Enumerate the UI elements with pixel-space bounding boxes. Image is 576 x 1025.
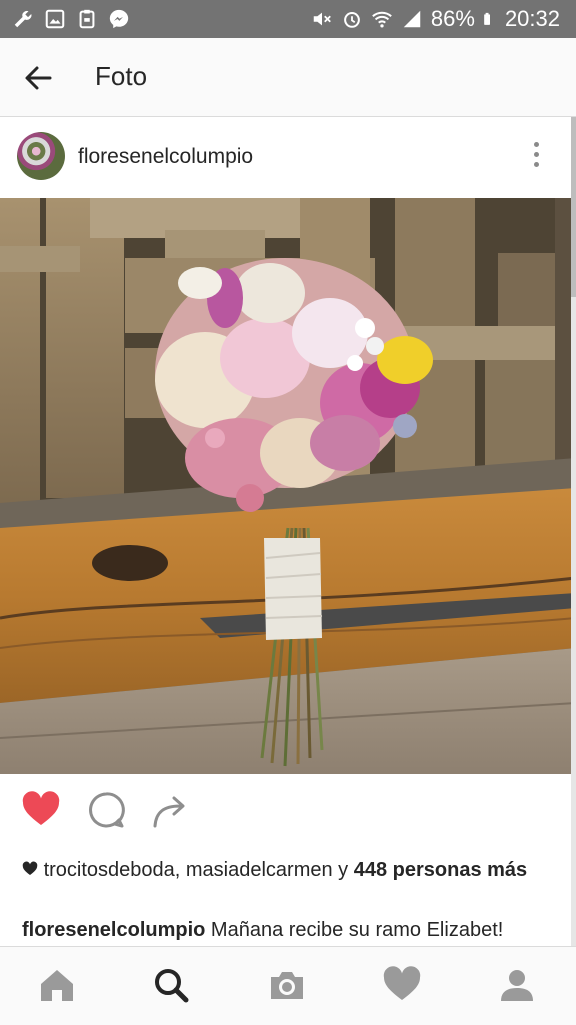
likes-count[interactable]: 448 personas más — [354, 859, 527, 881]
post-caption: floresenelcolumpio Mañana recibe su ramo… — [22, 916, 567, 944]
scrollbar-thumb[interactable] — [571, 117, 576, 297]
caption-text: Mañana recibe su ramo Elizabet! — [205, 919, 504, 941]
image-icon — [45, 9, 65, 29]
messenger-icon — [109, 9, 129, 29]
comment-icon[interactable] — [86, 790, 126, 830]
post-photo[interactable] — [0, 198, 576, 774]
likes-summary[interactable]: trocitosdeboda, masiadelcarmen y 448 per… — [22, 856, 562, 884]
alarm-icon — [344, 12, 360, 28]
home-icon[interactable] — [37, 965, 77, 1005]
battery-icon — [484, 12, 490, 25]
battery-percent: 86% — [430, 6, 475, 31]
post-username[interactable]: floresenelcolumpio — [78, 145, 253, 169]
wrench-icon — [14, 10, 32, 28]
mute-icon — [313, 12, 331, 26]
status-bar: 86% 20:32 — [0, 0, 576, 38]
app-bar: Foto — [0, 38, 576, 117]
status-right: 86% 20:32 — [311, 0, 560, 38]
bottom-navigation — [0, 946, 576, 1025]
post-actions — [0, 774, 576, 844]
heart-icon[interactable] — [382, 965, 422, 1005]
share-icon[interactable] — [150, 790, 190, 830]
camera-icon[interactable] — [267, 965, 307, 1005]
heart-small-icon — [22, 861, 38, 875]
avatar[interactable] — [17, 132, 65, 180]
bouquet-image — [0, 198, 576, 774]
likes-connector: y — [332, 859, 354, 881]
back-arrow-icon[interactable] — [22, 62, 54, 94]
clock: 20:32 — [504, 6, 560, 31]
post-header: floresenelcolumpio — [0, 117, 576, 199]
page-title: Foto — [95, 61, 148, 91]
search-icon[interactable] — [151, 965, 191, 1005]
profile-icon[interactable] — [497, 965, 537, 1005]
briefcase-icon — [79, 9, 95, 29]
like-heart-icon[interactable] — [21, 790, 61, 830]
wifi-icon — [372, 11, 392, 28]
caption-username[interactable]: floresenelcolumpio — [22, 919, 205, 941]
signal-icon — [403, 10, 421, 28]
status-left-icons — [12, 0, 130, 38]
likes-users[interactable]: trocitosdeboda, masiadelcarmen — [44, 859, 333, 881]
more-options-icon[interactable] — [528, 139, 544, 175]
